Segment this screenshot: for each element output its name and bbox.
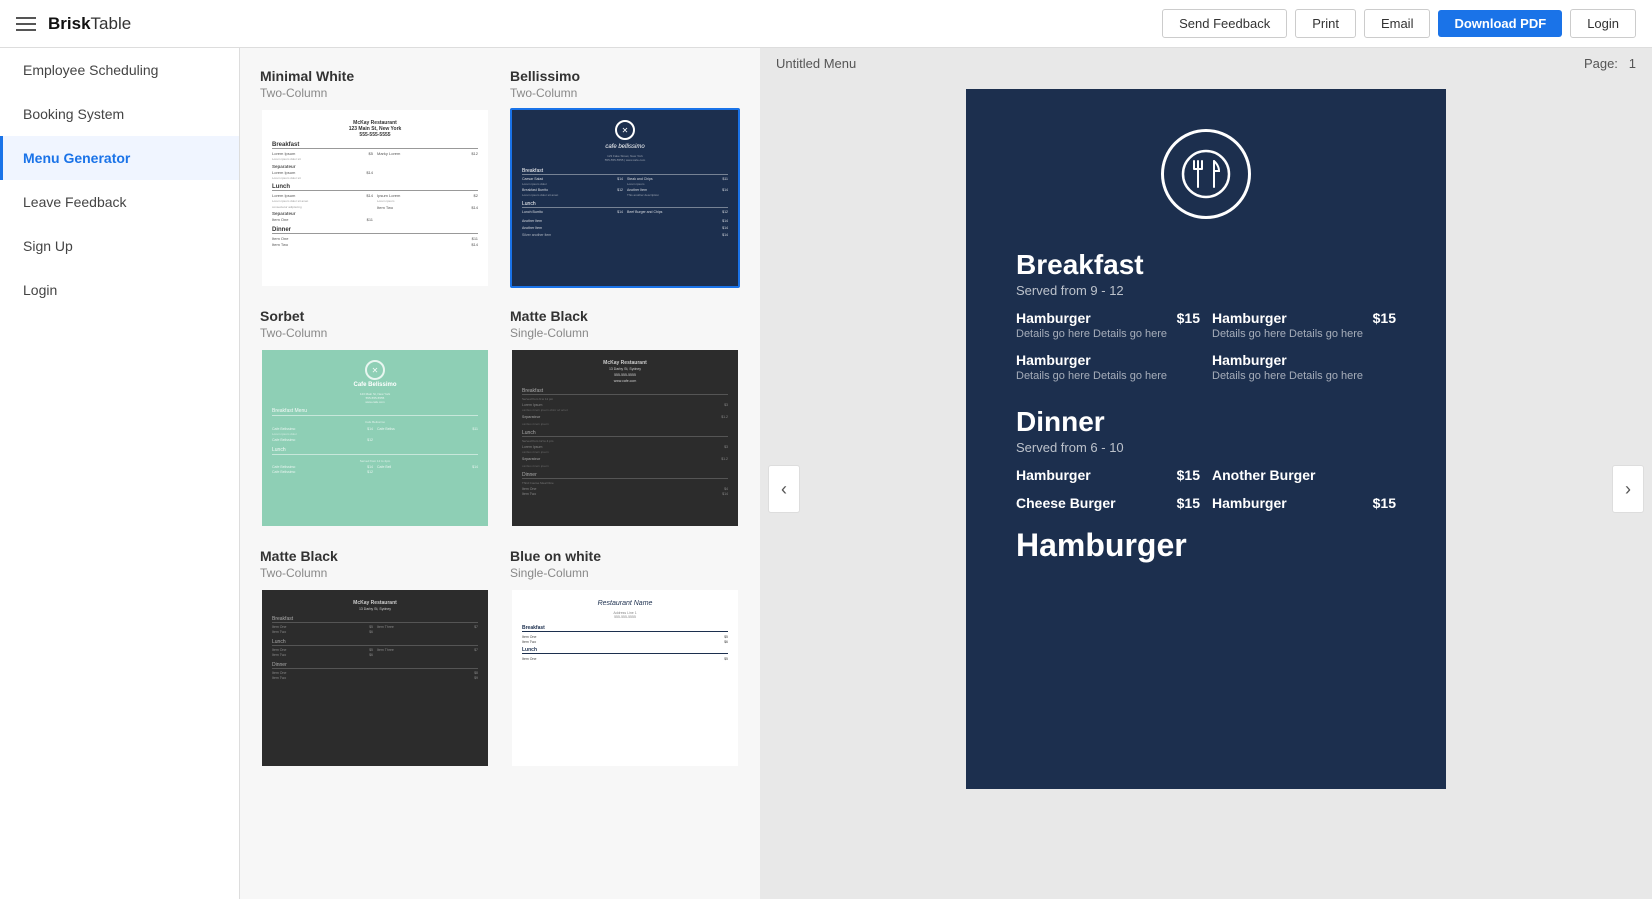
menu-logo-area <box>1016 129 1396 219</box>
menu-breakfast-items: Hamburger $15 Details go here Details go… <box>1016 310 1396 382</box>
sidebar-item-menu-generator[interactable]: Menu Generator <box>0 136 239 180</box>
menu-item-desc: Details go here Details go here <box>1212 370 1396 382</box>
template-subtitle: Two-Column <box>260 566 490 580</box>
menu-item: Hamburger $15 <box>1016 467 1200 483</box>
template-title: Sorbet <box>260 308 490 324</box>
menu-section-title: Breakfast <box>1016 249 1396 281</box>
brand-name-bold: Brisk <box>48 14 91 33</box>
template-thumbnail[interactable]: McKay Restaurant123 Main St, New York555… <box>260 108 490 288</box>
template-card-sorbet[interactable]: Sorbet Two-Column ✕ Cafe Belissimo 123 M… <box>260 308 490 528</box>
template-thumbnail-sorbet[interactable]: ✕ Cafe Belissimo 123 Main St, New York55… <box>260 348 490 528</box>
template-subtitle: Two-Column <box>260 86 490 100</box>
sidebar-item-employee-scheduling[interactable]: Employee Scheduling <box>0 48 239 92</box>
sidebar-item-leave-feedback[interactable]: Leave Feedback <box>0 180 239 224</box>
topbar: BriskTable Send Feedback Print Email Dow… <box>0 0 1652 48</box>
print-button[interactable]: Print <box>1295 9 1356 38</box>
template-subtitle: Two-Column <box>260 326 490 340</box>
menu-item: Hamburger $15 Details go here Details go… <box>1212 310 1396 340</box>
main-layout: Employee Scheduling Booking System Menu … <box>0 48 1652 899</box>
menu-section-hamburger: Hamburger <box>1016 527 1396 564</box>
sidebar: Employee Scheduling Booking System Menu … <box>0 48 240 899</box>
topbar-left: BriskTable <box>16 14 131 34</box>
menu-item-desc: Details go here Details go here <box>1016 328 1200 340</box>
nav-next-button[interactable]: › <box>1612 465 1644 513</box>
template-thumbnail-matte-black[interactable]: McKay Restaurant13 Darby St, Sydney555-5… <box>510 348 740 528</box>
preview-content: ‹ <box>760 79 1652 899</box>
sidebar-item-login[interactable]: Login <box>0 268 239 312</box>
template-subtitle: Single-Column <box>510 566 740 580</box>
menu-item-name: Hamburger $15 <box>1016 467 1200 483</box>
login-button[interactable]: Login <box>1570 9 1636 38</box>
preview-page-info: Page: 1 <box>1584 56 1636 71</box>
menu-preview-bellissimo: Breakfast Served from 9 - 12 Hamburger $… <box>966 89 1446 789</box>
template-card-minimal-white[interactable]: Minimal White Two-Column McKay Restauran… <box>260 68 490 288</box>
menu-item-name: Another Burger <box>1212 467 1396 483</box>
template-title: Minimal White <box>260 68 490 84</box>
email-button[interactable]: Email <box>1364 9 1431 38</box>
sidebar-item-booking-system[interactable]: Booking System <box>0 92 239 136</box>
template-card-bellissimo[interactable]: Bellissimo Two-Column ✕ cafe bellissimo … <box>510 68 740 288</box>
menu-section-breakfast: Breakfast Served from 9 - 12 <box>1016 249 1396 298</box>
menu-item-desc: Details go here Details go here <box>1212 328 1396 340</box>
page-number: 1 <box>1629 56 1636 71</box>
send-feedback-button[interactable]: Send Feedback <box>1162 9 1287 38</box>
sidebar-item-sign-up[interactable]: Sign Up <box>0 224 239 268</box>
menu-section-subtitle: Served from 6 - 10 <box>1016 440 1396 455</box>
menu-logo-circle <box>1161 129 1251 219</box>
preview-header: Untitled Menu Page: 1 <box>760 48 1652 79</box>
menu-section-title: Dinner <box>1016 406 1396 438</box>
menu-item-name: Hamburger <box>1212 352 1396 368</box>
template-thumbnail-matte-black-2col[interactable]: McKay Restaurant13 Darby St, Sydney Brea… <box>260 588 490 768</box>
nav-right-icon: › <box>1625 479 1631 500</box>
brand-name-suffix: Table <box>91 14 132 33</box>
template-title: Matte Black <box>510 308 740 324</box>
menu-item: Another Burger <box>1212 467 1396 483</box>
nav-prev-button[interactable]: ‹ <box>768 465 800 513</box>
nav-left-icon: ‹ <box>781 479 787 500</box>
menu-item-name: Cheese Burger $15 <box>1016 495 1200 511</box>
template-grid: Minimal White Two-Column McKay Restauran… <box>260 68 740 768</box>
menu-item: Hamburger $15 Details go here Details go… <box>1016 310 1200 340</box>
menu-dinner-items: Hamburger $15 Another Burger Cheese Burg… <box>1016 467 1396 511</box>
brand-logo: BriskTable <box>48 14 131 34</box>
menu-item: Hamburger $15 <box>1212 495 1396 511</box>
page-label: Page: <box>1584 56 1618 71</box>
template-title: Bellissimo <box>510 68 740 84</box>
template-card-matte-black-2col[interactable]: Matte Black Two-Column McKay Restaurant1… <box>260 548 490 768</box>
menu-item: Hamburger Details go here Details go her… <box>1016 352 1200 382</box>
hamburger-menu-icon[interactable] <box>16 17 36 31</box>
menu-item-name: Hamburger $15 <box>1212 310 1396 326</box>
download-pdf-button[interactable]: Download PDF <box>1438 10 1562 37</box>
preview-panel: Untitled Menu Page: 1 ‹ <box>760 48 1652 899</box>
template-card-matte-black[interactable]: Matte Black Single-Column McKay Restaura… <box>510 308 740 528</box>
menu-section-dinner: Dinner Served from 6 - 10 <box>1016 406 1396 455</box>
template-subtitle: Single-Column <box>510 326 740 340</box>
menu-item: Cheese Burger $15 <box>1016 495 1200 511</box>
preview-menu-title: Untitled Menu <box>776 56 856 71</box>
menu-section-subtitle: Served from 9 - 12 <box>1016 283 1396 298</box>
menu-item-name: Hamburger $15 <box>1016 310 1200 326</box>
template-thumbnail-bellissimo[interactable]: ✕ cafe bellissimo 123 Fake Street, New Y… <box>510 108 740 288</box>
template-subtitle: Two-Column <box>510 86 740 100</box>
template-title: Blue on white <box>510 548 740 564</box>
topbar-actions: Send Feedback Print Email Download PDF L… <box>1162 9 1636 38</box>
menu-item-name: Hamburger $15 <box>1212 495 1396 511</box>
template-gallery: Minimal White Two-Column McKay Restauran… <box>240 48 760 899</box>
template-card-blue-on-white[interactable]: Blue on white Single-Column Restaurant N… <box>510 548 740 768</box>
template-thumbnail-blue-on-white[interactable]: Restaurant Name Address Line 1555-555-55… <box>510 588 740 768</box>
menu-item: Hamburger Details go here Details go her… <box>1212 352 1396 382</box>
menu-item-desc: Details go here Details go here <box>1016 370 1200 382</box>
template-title: Matte Black <box>260 548 490 564</box>
menu-item-name: Hamburger <box>1016 352 1200 368</box>
